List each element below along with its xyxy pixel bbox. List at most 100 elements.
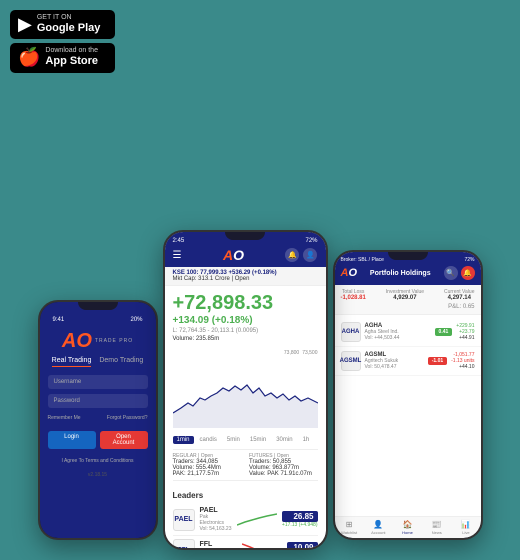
chart-y-labels: 73,800 73,500 xyxy=(173,350,318,356)
phone-notch-center xyxy=(225,232,265,240)
center-phone-screen: 2:45 72% ☰ AO 🔔 👤 KSE 100: 77,999.33 +53… xyxy=(165,232,326,548)
agsml-info: AGSML Agritech Sukuk Vol: 50,478.47 xyxy=(365,352,424,370)
notification-icon[interactable]: 🔔 xyxy=(285,248,299,262)
phone-left: 9:41 20% AO TRADE PRO Real Trading Demo … xyxy=(38,300,158,540)
store-badges: ▶ GET IT ON Google Play 🍎 Download on th… xyxy=(10,10,115,73)
pael-vol: Vol: 54,163.23 xyxy=(200,526,232,532)
right-nav-live[interactable]: 📊 Live xyxy=(451,520,480,535)
center-logo: AO xyxy=(223,247,244,263)
remember-me-label[interactable]: Remember Me xyxy=(48,415,81,421)
user-icon[interactable]: 👤 xyxy=(303,248,317,262)
pael-price[interactable]: 26.85 +17.13 (+4.948) xyxy=(282,511,318,528)
right-search-icon[interactable]: 🔍 xyxy=(444,266,458,280)
app-store-badge[interactable]: 🍎 Download on the App Store xyxy=(10,43,115,72)
tab-candis[interactable]: candis xyxy=(196,436,221,444)
pnl-label: P&L: 0.65 xyxy=(341,304,475,310)
login-buttons: Login Open Account xyxy=(48,431,148,449)
futures-col: FUTURES | Open Traders: 50,855 Volume: 9… xyxy=(249,453,318,477)
agha-values: +229.91 +23.79 +44.91 xyxy=(456,323,474,341)
agsml-qty: +44.10 xyxy=(451,364,474,370)
app-store-text: Download on the App Store xyxy=(45,47,98,68)
portfolio-list: AGHA AGHA Agha Steel Ind. Vol: +44,503.4… xyxy=(335,315,481,516)
portfolio-item-agsml[interactable]: AGSML AGSML Agritech Sukuk Vol: 50,478.4… xyxy=(335,347,481,376)
pael-chart xyxy=(237,510,277,530)
agha-info: AGHA Agha Steel Ind. Vol: +44,503.44 xyxy=(365,323,431,341)
username-field[interactable]: Username xyxy=(48,375,148,389)
pael-change: +17.13 (+4.948) xyxy=(282,522,318,528)
terms-checkbox[interactable]: I Agree To Terms and Conditions xyxy=(48,458,148,464)
right-live-icon: 📊 xyxy=(461,520,471,529)
ffl-logo: FFL xyxy=(173,539,195,548)
login-options: Remember Me Forgot Password? xyxy=(48,415,148,421)
open-account-button[interactable]: Open Account xyxy=(100,431,148,449)
agha-logo: AGHA xyxy=(341,322,361,342)
right-status-broker: Broker: SBL / Place xyxy=(341,257,384,263)
market-info-bar: KSE 100: 77,999.33 +536.29 (+0.18%) Mkt … xyxy=(165,267,326,286)
leaders-section: Leaders PAEL PAEL Pak Electronics Vol: 5… xyxy=(165,487,326,548)
right-account-label: Account xyxy=(371,530,385,535)
leader-item-pael: PAEL PAEL Pak Electronics Vol: 54,163.23… xyxy=(173,504,318,536)
agha-vol: Vol: +44,503.44 xyxy=(365,335,431,341)
header-icons: 🔔 👤 xyxy=(285,248,317,262)
right-nav-bar: AO Portfolio Holdings 🔍 🔔 xyxy=(341,266,475,280)
tab-1min[interactable]: 1min xyxy=(173,436,194,444)
ffl-chart xyxy=(242,540,282,548)
right-phone-screen: Broker: SBL / Place 72% AO Portfolio Hol… xyxy=(335,252,481,538)
google-play-badge[interactable]: ▶ GET IT ON Google Play xyxy=(10,10,115,39)
ffl-name: FFL xyxy=(200,541,238,548)
tab-real-trading[interactable]: Real Trading xyxy=(52,357,92,367)
watchlist-label: Watchlist xyxy=(341,530,357,535)
right-news-label: News xyxy=(432,530,442,535)
price-chart xyxy=(173,358,318,428)
tab-1h[interactable]: 1h xyxy=(299,436,314,444)
price-low-info: L: 72,764.35 - 20,113.1 (0.0095) xyxy=(173,328,318,334)
hamburger-icon[interactable]: ☰ xyxy=(173,250,182,261)
right-nav-home[interactable]: 🏠 Home xyxy=(393,520,422,535)
left-phone-screen: 9:41 20% AO TRADE PRO Real Trading Demo … xyxy=(40,302,156,538)
google-play-text: GET IT ON Google Play xyxy=(37,14,101,35)
chart-area: 73,800 73,500 1min candis 5min 15min 30m… xyxy=(165,346,326,487)
login-button[interactable]: Login xyxy=(48,431,96,449)
portfolio-item-agha[interactable]: AGHA AGHA Agha Steel Ind. Vol: +44,503.4… xyxy=(335,318,481,347)
right-logo: AO xyxy=(341,267,358,279)
trade-pro-label: TRADE PRO xyxy=(95,338,133,344)
forgot-password-link[interactable]: Forgot Password? xyxy=(107,415,148,421)
center-status-time: 2:45 xyxy=(173,238,185,244)
futures-info: REGULAR | Open Traders: 344,085 Volume: … xyxy=(173,449,318,481)
phone-right: Broker: SBL / Place 72% AO Portfolio Hol… xyxy=(333,250,483,540)
investment-value: 4,929.07 xyxy=(386,295,424,301)
leaders-title: Leaders xyxy=(173,491,318,500)
tab-5min[interactable]: 5min xyxy=(223,436,244,444)
pnl-value: 0.65 xyxy=(463,304,475,310)
apple-icon: 🍎 xyxy=(18,47,40,68)
right-nav-news[interactable]: 📰 News xyxy=(422,520,451,535)
pael-name: PAEL xyxy=(200,507,232,514)
center-status-battery: 72% xyxy=(305,238,317,244)
tab-15min[interactable]: 15min xyxy=(246,436,270,444)
tab-30min[interactable]: 30min xyxy=(272,436,296,444)
leader-item-ffl: FFL FFL Faisal Foods Ltd Vol: 27,479.45 … xyxy=(173,536,318,548)
right-home-icon: 🏠 xyxy=(403,520,413,529)
password-field[interactable]: Password xyxy=(48,394,148,408)
trade-pro-area: TRADE PRO xyxy=(95,338,133,344)
ffl-sub: Faisal Foods Ltd xyxy=(200,548,238,549)
trade-tabs: Real Trading Demo Trading xyxy=(52,357,144,367)
ffl-info: FFL Faisal Foods Ltd Vol: 27,479.45 xyxy=(200,541,238,549)
right-nav-watchlist[interactable]: ⊞ Watchlist xyxy=(335,520,364,535)
agsml-badge: -1.01 xyxy=(428,357,447,365)
right-nav-account[interactable]: 👤 Account xyxy=(364,520,393,535)
right-notif-icon[interactable]: 🔔 xyxy=(461,266,475,280)
ffl-price[interactable]: 10.09 -6.20 (-2.940) xyxy=(287,542,317,549)
right-page-title: Portfolio Holdings xyxy=(370,270,431,277)
ao-logo-left: AO xyxy=(62,331,92,351)
status-battery-left: 20% xyxy=(130,317,142,323)
login-form: Username Password Remember Me Forgot Pas… xyxy=(48,375,148,464)
investment-stat: Investment Value 4,929.07 xyxy=(386,289,424,301)
agha-badge: 0.41 xyxy=(435,328,453,336)
chart-time-tabs: 1min candis 5min 15min 30min 1h xyxy=(173,433,318,447)
regular-pak: PAK: 21,177.57m xyxy=(173,471,242,477)
right-bottom-nav: ⊞ Watchlist 👤 Account 🏠 Home 📰 News 📊 xyxy=(335,516,481,538)
o-text: O xyxy=(76,330,92,352)
tab-demo-trading[interactable]: Demo Trading xyxy=(99,357,143,367)
watchlist-icon: ⊞ xyxy=(346,520,353,529)
